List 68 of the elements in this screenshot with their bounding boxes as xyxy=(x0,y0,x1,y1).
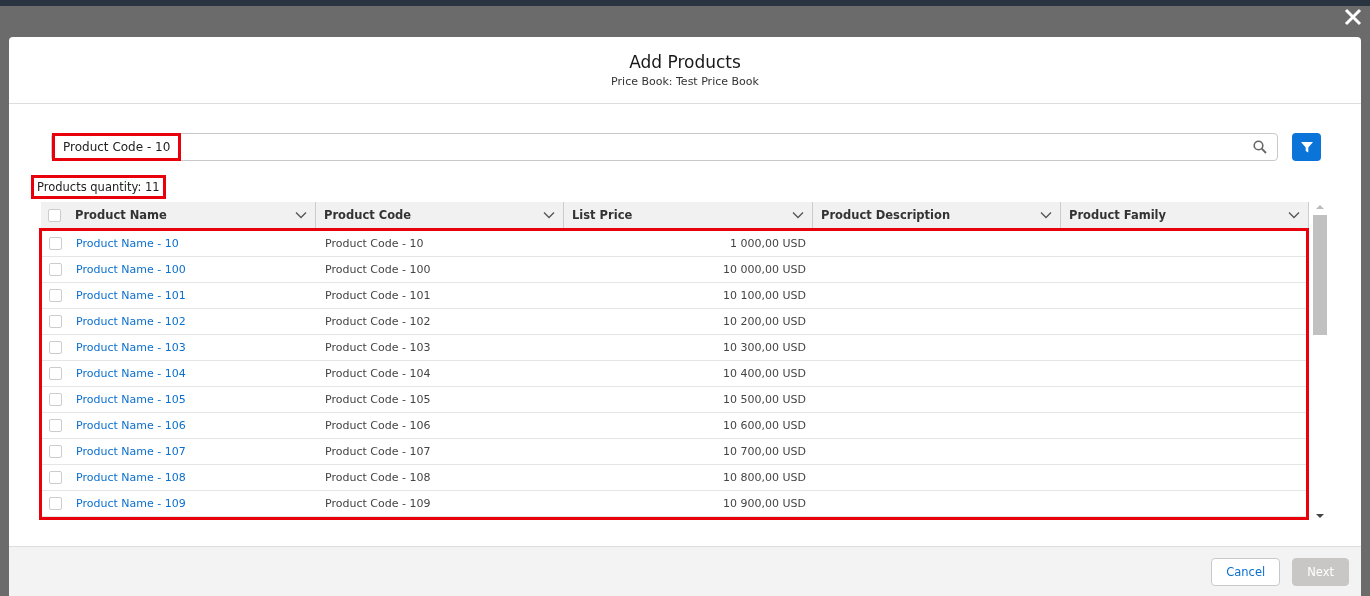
table-cell-text: 10 900,00 USD xyxy=(722,496,807,512)
row-checkbox[interactable] xyxy=(48,341,62,354)
row-checkbox[interactable] xyxy=(48,315,62,328)
product-name-link[interactable]: Product Name - 102 xyxy=(76,315,186,328)
table-cell-text: 10 400,00 USD xyxy=(722,366,807,382)
product-name-link[interactable]: Product Name - 100 xyxy=(76,263,186,276)
filter-button[interactable] xyxy=(1292,133,1321,161)
table-cell-text: Product Code - 101 xyxy=(324,288,432,304)
table-cell-text: Product Code - 109 xyxy=(324,496,432,512)
product-name-link[interactable]: Product Name - 106 xyxy=(76,419,186,432)
column-header[interactable]: Product Family xyxy=(1061,202,1309,228)
product-name-link[interactable]: Product Name - 108 xyxy=(76,471,186,484)
chevron-down-icon[interactable] xyxy=(295,211,307,219)
table-cell-text: 10 200,00 USD xyxy=(722,314,807,330)
search-field[interactable]: Product Code - 10 xyxy=(51,133,1278,161)
modal-subtitle: Price Book: Test Price Book xyxy=(611,75,759,88)
column-header[interactable]: List Price xyxy=(564,202,813,228)
funnel-icon xyxy=(1300,141,1313,153)
product-name-link[interactable]: Product Name - 103 xyxy=(76,341,186,354)
table-cell-text: 10 500,00 USD xyxy=(722,392,807,408)
column-header[interactable]: Product Name xyxy=(67,202,316,228)
product-name-link[interactable]: Product Name - 101 xyxy=(76,289,186,302)
product-name-link[interactable]: Product Name - 109 xyxy=(76,497,186,510)
table-cell-text: Product Code - 105 xyxy=(324,392,432,408)
table-cell-text: Product Code - 104 xyxy=(324,366,432,382)
table-cell-text: 10 300,00 USD xyxy=(722,340,807,356)
row-checkbox[interactable] xyxy=(48,367,62,380)
table-cell-text: Product Code - 10 xyxy=(324,236,425,252)
row-checkbox[interactable] xyxy=(48,445,62,458)
row-checkbox[interactable] xyxy=(48,237,62,250)
table-cell-text: 1 000,00 USD xyxy=(729,236,807,252)
column-header[interactable]: Product Code xyxy=(316,202,564,228)
table-cell-text: 10 800,00 USD xyxy=(722,470,807,486)
row-checkbox[interactable] xyxy=(48,497,62,510)
search-value: Product Code - 10 xyxy=(52,133,182,161)
close-icon[interactable] xyxy=(1342,6,1364,28)
row-checkbox[interactable] xyxy=(48,289,62,302)
modal-title: Add Products xyxy=(629,52,741,72)
table-cell-text: Product Code - 102 xyxy=(324,314,432,330)
chevron-down-icon[interactable] xyxy=(1040,211,1052,219)
table-cell-text: Product Code - 108 xyxy=(324,470,432,486)
table-cell-text: 10 000,00 USD xyxy=(722,262,807,278)
table-cell-text: 10 700,00 USD xyxy=(722,444,807,460)
row-checkbox[interactable] xyxy=(48,471,62,484)
scroll-down-icon[interactable] xyxy=(1315,512,1325,520)
table-cell-text: Product Code - 103 xyxy=(324,340,432,356)
products-quantity: Products quantity: 11 xyxy=(31,175,166,199)
table-cell-text: 10 600,00 USD xyxy=(722,418,807,434)
search-icon[interactable] xyxy=(1253,140,1267,154)
row-checkbox[interactable] xyxy=(48,393,62,406)
product-name-link[interactable]: Product Name - 104 xyxy=(76,367,186,380)
chevron-down-icon[interactable] xyxy=(543,211,555,219)
footer-button[interactable]: Cancel xyxy=(1211,557,1281,586)
chevron-down-icon[interactable] xyxy=(792,211,804,219)
scroll-up-icon[interactable] xyxy=(1315,203,1325,211)
select-all-checkbox[interactable] xyxy=(47,208,61,222)
table-cell-text: 10 100,00 USD xyxy=(722,288,807,304)
product-name-link[interactable]: Product Name - 105 xyxy=(76,393,186,406)
row-checkbox[interactable] xyxy=(48,263,62,276)
table-cell-text: Product Code - 107 xyxy=(324,444,432,460)
table-cell-text: Product Code - 106 xyxy=(324,418,432,434)
table-cell-text: Product Code - 100 xyxy=(324,262,432,278)
row-checkbox[interactable] xyxy=(48,419,62,432)
column-header[interactable]: Product Description xyxy=(813,202,1061,228)
product-name-link[interactable]: Product Name - 107 xyxy=(76,445,186,458)
product-name-link[interactable]: Product Name - 10 xyxy=(76,237,179,250)
scrollbar-thumb[interactable] xyxy=(1313,215,1327,335)
chevron-down-icon[interactable] xyxy=(1288,211,1300,219)
